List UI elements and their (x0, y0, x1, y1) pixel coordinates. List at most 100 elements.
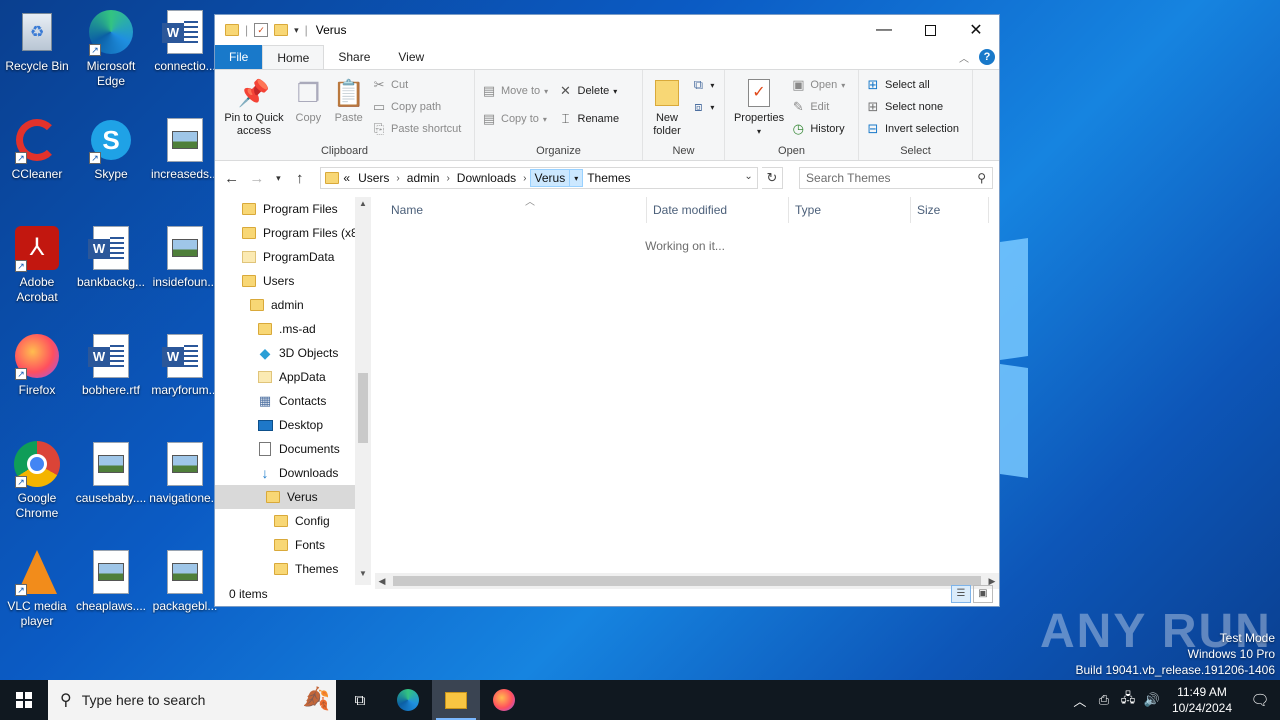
pin-to-quick-access-button[interactable]: 📌 Pin to Quick access (221, 74, 287, 140)
select-none-button[interactable]: ⊞ Select none (865, 98, 959, 116)
tree-item-fonts[interactable]: Fonts (215, 533, 371, 557)
chevron-down-icon[interactable]: ▾ (570, 169, 584, 187)
desktop-icon[interactable]: causebaby.... (74, 440, 148, 506)
tree-item-desktop[interactable]: Desktop (215, 413, 371, 437)
tab-share[interactable]: Share (324, 45, 384, 69)
copy-button[interactable]: ❐ Copy (290, 74, 326, 127)
tree-item-themes[interactable]: Themes (215, 557, 371, 581)
desktop-icon[interactable]: ⅄ ↗ Adobe Acrobat (0, 224, 74, 305)
recent-locations-button[interactable]: ▾ (272, 167, 286, 189)
breadcrumb-admin[interactable]: admin (403, 171, 444, 185)
breadcrumb-verus[interactable]: Verus (529, 169, 571, 187)
column-name[interactable]: Name (385, 197, 647, 223)
desktop-icon[interactable]: ↗ VLC media player (0, 548, 74, 629)
new-folder-qa-icon[interactable] (274, 24, 289, 36)
tree-item-contacts[interactable]: ▦ Contacts (215, 389, 371, 413)
taskbar-firefox[interactable] (480, 680, 528, 720)
new-item-button[interactable]: ⧉ ▾ (690, 76, 715, 94)
address-bar[interactable]: « Users › admin › Downloads › Verus ▾ Th… (320, 167, 758, 189)
minimize-button[interactable]: — (861, 15, 907, 45)
tree-item-programdata[interactable]: ProgramData (215, 245, 371, 269)
desktop-icon[interactable]: insidefoun... (148, 224, 222, 290)
history-button[interactable]: ◷ History (790, 120, 845, 138)
desktop-icon[interactable]: ↗ Google Chrome (0, 440, 74, 521)
address-overflow[interactable]: « (339, 171, 354, 185)
open-button[interactable]: ▣ Open ▾ (790, 76, 845, 94)
title-bar[interactable]: | ✓ ▾ | Verus — ✕ (215, 15, 999, 45)
column-date-modified[interactable]: Date modified (647, 197, 789, 223)
paste-shortcut-button[interactable]: ⎘ Paste shortcut (371, 120, 462, 138)
refresh-button[interactable]: ↻ (761, 167, 784, 189)
copy-to-button[interactable]: ▤ Copy to ▾ (481, 110, 548, 128)
paste-button[interactable]: 📋 Paste (330, 74, 368, 127)
new-folder-button[interactable]: New folder (649, 74, 685, 140)
maximize-button[interactable] (907, 15, 953, 45)
properties-button[interactable]: ✓ Properties ▾ (731, 74, 787, 140)
scroll-up-icon[interactable]: ▲ (355, 199, 371, 213)
close-button[interactable]: ✕ (953, 15, 999, 45)
desktop-icon[interactable]: increaseds... (148, 116, 222, 182)
tab-view[interactable]: View (384, 45, 438, 69)
tree-item-ms-ad[interactable]: .ms-ad (215, 317, 371, 341)
address-history-icon[interactable]: ⌄ (744, 171, 752, 182)
volume-icon[interactable]: 🔊 (1140, 692, 1164, 708)
tree-item-verus[interactable]: Verus (215, 485, 371, 509)
scroll-down-icon[interactable]: ▼ (355, 569, 371, 583)
desktop-icon[interactable]: ↗ CCleaner (0, 116, 74, 182)
desktop-icon[interactable]: Wbobhere.rtf (74, 332, 148, 398)
edit-button[interactable]: ✎ Edit (790, 98, 845, 116)
breadcrumb-themes[interactable]: Themes (583, 171, 634, 185)
clock[interactable]: 11:49 AM 10/24/2024 (1164, 684, 1240, 716)
select-all-button[interactable]: ⊞ Select all (865, 76, 959, 94)
copy-path-button[interactable]: ▭ Copy path (371, 98, 461, 116)
scroll-thumb[interactable] (358, 373, 368, 443)
desktop-icon[interactable]: ♻ Recycle Bin (0, 8, 74, 74)
chevron-right-icon[interactable]: › (393, 173, 402, 184)
rename-button[interactable]: ⌶ Rename (558, 110, 619, 128)
back-button[interactable]: ← (221, 167, 242, 189)
chevron-up-icon[interactable]: ︿ (1068, 691, 1092, 710)
cut-button[interactable]: ✂ Cut (371, 76, 461, 94)
tree-item-program-files-x86[interactable]: Program Files (x86) (215, 221, 371, 245)
tree-item-program-files[interactable]: Program Files (215, 197, 371, 221)
device-icon[interactable]: ⎙ (1092, 692, 1116, 708)
column-type[interactable]: Type (789, 197, 911, 223)
tree-item-admin[interactable]: admin (215, 293, 371, 317)
column-size[interactable]: Size (911, 197, 989, 223)
nav-vertical-scrollbar[interactable]: ▲ ▼ (355, 197, 371, 585)
network-icon[interactable]: 🖧 (1116, 689, 1140, 711)
chevron-down-icon[interactable]: ▾ (294, 25, 299, 36)
properties-qa-icon[interactable]: ✓ (254, 23, 269, 37)
tab-file[interactable]: File (215, 45, 263, 69)
breadcrumb-downloads[interactable]: Downloads (453, 171, 520, 185)
chevron-right-icon[interactable]: › (443, 173, 452, 184)
tree-item-3d-objects[interactable]: ◆ 3D Objects (215, 341, 371, 365)
taskbar-edge[interactable] (384, 680, 432, 720)
desktop-icon[interactable]: S ↗ Skype (74, 116, 148, 182)
desktop-icon[interactable]: navigatione... (148, 440, 222, 506)
up-button[interactable]: ↑ (289, 167, 310, 189)
tree-item-appdata[interactable]: AppData (215, 365, 371, 389)
desktop-icon[interactable]: Wmaryforum... (148, 332, 222, 398)
search-box[interactable]: Search Themes ⚲ (799, 167, 993, 189)
start-button[interactable] (0, 680, 48, 720)
easy-access-button[interactable]: ⧈ ▾ (690, 98, 714, 116)
large-icons-view-icon[interactable]: ▣ (973, 585, 993, 603)
task-view-button[interactable]: ⧉ (336, 680, 384, 720)
forward-button[interactable]: → (246, 167, 267, 189)
desktop-icon[interactable]: cheaplaws.... (74, 548, 148, 614)
desktop-icon[interactable]: Wbankbackg... (74, 224, 148, 290)
desktop-icon[interactable]: ↗ Microsoft Edge (74, 8, 148, 89)
desktop-icon[interactable]: ↗ Firefox (0, 332, 74, 398)
help-icon[interactable]: ? (979, 49, 995, 65)
notifications-icon[interactable]: 🗨 (1240, 691, 1280, 709)
invert-selection-button[interactable]: ⊟ Invert selection (865, 120, 959, 138)
breadcrumb-users[interactable]: Users (354, 171, 393, 185)
desktop-icon[interactable]: Wconnectio... (148, 8, 222, 74)
tree-item-documents[interactable]: Documents (215, 437, 371, 461)
tree-item-downloads[interactable]: ↓ Downloads (215, 461, 371, 485)
collapse-ribbon-icon[interactable]: ︿ (959, 50, 969, 65)
move-to-button[interactable]: ▤ Move to ▾ (481, 82, 548, 100)
tab-home[interactable]: Home (262, 45, 325, 69)
tree-item-config[interactable]: Config (215, 509, 371, 533)
